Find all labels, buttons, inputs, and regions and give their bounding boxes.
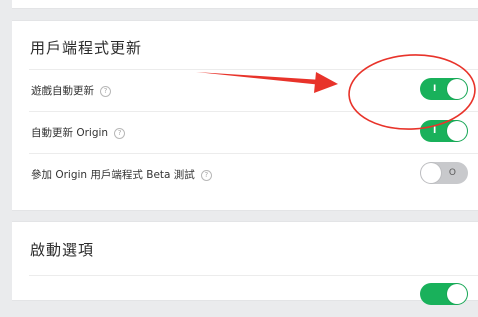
setting-row-game-auto-update: 遊戲自動更新? I bbox=[29, 69, 478, 111]
toggle-off-mark: O bbox=[448, 168, 456, 178]
launch-option-toggle[interactable] bbox=[420, 283, 468, 305]
beta-participation-toggle[interactable]: O bbox=[420, 162, 468, 184]
toggle-knob bbox=[447, 79, 467, 99]
toggle-knob bbox=[421, 163, 441, 183]
setting-row-launch-first bbox=[29, 275, 478, 317]
toggle-on-mark: I bbox=[433, 126, 437, 136]
origin-auto-update-toggle[interactable]: I bbox=[420, 120, 468, 142]
toggle-knob bbox=[447, 284, 467, 304]
setting-label: 參加 Origin 用戶端程式 Beta 測試 bbox=[31, 169, 195, 181]
setting-label: 遊戲自動更新 bbox=[31, 85, 94, 97]
launch-options-title: 啟動選項 bbox=[30, 241, 95, 259]
setting-row-origin-auto-update: 自動更新 Origin? I bbox=[29, 111, 478, 153]
setting-label: 自動更新 Origin bbox=[31, 127, 109, 139]
help-icon[interactable]: ? bbox=[100, 86, 111, 97]
setting-row-beta-participation: 參加 Origin 用戶端程式 Beta 測試? O bbox=[29, 153, 478, 195]
launch-options-card: 啟動選項 bbox=[12, 221, 478, 305]
help-icon[interactable]: ? bbox=[200, 170, 212, 181]
client-update-title: 用戶端程式更新 bbox=[30, 39, 143, 57]
help-icon[interactable]: ? bbox=[114, 128, 126, 139]
previous-settings-card bbox=[12, 0, 478, 9]
game-auto-update-toggle[interactable]: I bbox=[420, 78, 468, 100]
toggle-knob bbox=[447, 121, 467, 141]
toggle-on-mark: I bbox=[433, 84, 437, 94]
client-update-card: 用戶端程式更新 遊戲自動更新? I 自動更新 Origin? I 參加 Orig… bbox=[12, 20, 478, 211]
